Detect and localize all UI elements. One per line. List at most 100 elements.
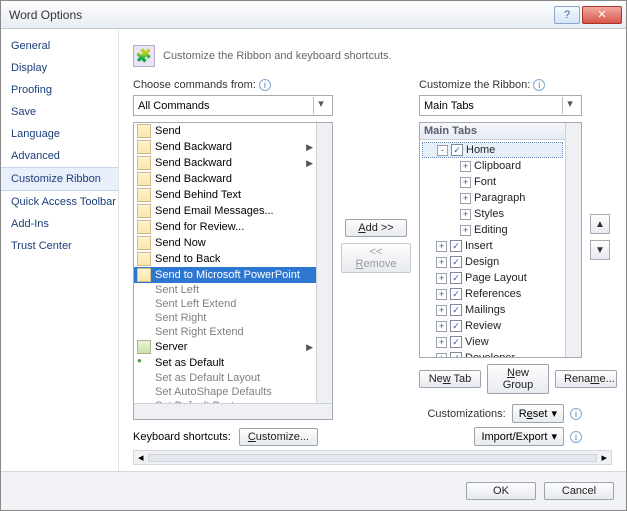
move-up-button[interactable]: ▲ — [590, 214, 610, 234]
expander-icon[interactable]: + — [436, 305, 447, 316]
sidebar-item-proofing[interactable]: Proofing — [1, 79, 118, 101]
expander-icon[interactable]: + — [436, 289, 447, 300]
help-icon[interactable]: i — [570, 431, 582, 443]
command-item[interactable]: Send Backward▶ — [134, 139, 316, 155]
expander-icon[interactable]: - — [437, 145, 448, 156]
sidebar-item-display[interactable]: Display — [1, 57, 118, 79]
help-icon[interactable]: i — [570, 408, 582, 420]
checkbox[interactable]: ✓ — [450, 352, 462, 357]
expander-icon[interactable]: + — [436, 273, 447, 284]
sidebar-item-advanced[interactable]: Advanced — [1, 145, 118, 167]
cancel-button[interactable]: Cancel — [544, 482, 614, 500]
add-button[interactable]: Add >> — [345, 219, 407, 237]
command-label: Send to Microsoft PowerPoint — [155, 269, 300, 281]
tree-node[interactable]: +Paragraph — [422, 190, 563, 206]
command-item[interactable]: Sent Right — [134, 311, 316, 325]
expander-icon[interactable]: + — [436, 337, 447, 348]
command-item[interactable]: Send Email Messages... — [134, 203, 316, 219]
expander-icon[interactable]: + — [436, 321, 447, 332]
expander-icon[interactable]: + — [436, 241, 447, 252]
checkbox[interactable]: ✓ — [450, 336, 462, 348]
command-item[interactable]: Send Now — [134, 235, 316, 251]
checkbox[interactable]: ✓ — [450, 240, 462, 252]
dialog-scrollbar-horizontal[interactable]: ◂ ▸ — [133, 450, 612, 465]
command-item[interactable]: Sent Left Extend — [134, 297, 316, 311]
reset-button[interactable]: Reset▾ — [512, 404, 564, 423]
command-item[interactable]: Send — [134, 123, 316, 139]
checkbox[interactable]: ✓ — [451, 144, 463, 156]
customize-ribbon-combo[interactable]: Main Tabs ▾ — [419, 95, 582, 116]
scrollbar-vertical[interactable] — [316, 123, 332, 403]
close-button[interactable]: ✕ — [582, 6, 622, 24]
tree-node[interactable]: +✓Insert — [422, 238, 563, 254]
expander-icon[interactable]: + — [436, 353, 447, 358]
command-item[interactable]: Send Behind Text — [134, 187, 316, 203]
command-item[interactable]: Send to Back — [134, 251, 316, 267]
sidebar-item-trust-center[interactable]: Trust Center — [1, 235, 118, 257]
tree-node-label: Design — [465, 256, 499, 268]
command-item[interactable]: Send Backward — [134, 171, 316, 187]
command-label: Send Behind Text — [155, 189, 241, 201]
command-item[interactable]: Set as Default Layout — [134, 371, 316, 385]
scrollbar-vertical[interactable] — [565, 123, 581, 357]
ok-button[interactable]: OK — [466, 482, 536, 500]
tree-node[interactable]: +Editing — [422, 222, 563, 238]
tree-node-label: Page Layout — [465, 272, 527, 284]
new-group-button[interactable]: New Group — [487, 364, 549, 394]
scrollbar-horizontal[interactable] — [134, 403, 332, 419]
command-item[interactable]: Send to Microsoft PowerPoint — [134, 267, 316, 283]
new-tab-button[interactable]: New Tab — [419, 370, 481, 388]
checkbox[interactable]: ✓ — [450, 304, 462, 316]
sidebar-item-save[interactable]: Save — [1, 101, 118, 123]
checkbox[interactable]: ✓ — [450, 320, 462, 332]
help-icon[interactable]: i — [533, 79, 545, 91]
sidebar-item-general[interactable]: General — [1, 35, 118, 57]
sidebar-item-add-ins[interactable]: Add-Ins — [1, 213, 118, 235]
sidebar-item-language[interactable]: Language — [1, 123, 118, 145]
expander-icon[interactable]: + — [460, 193, 471, 204]
checkbox[interactable]: ✓ — [450, 288, 462, 300]
tree-node[interactable]: +✓Page Layout — [422, 270, 563, 286]
tree-node[interactable]: +Font — [422, 174, 563, 190]
tree-node[interactable]: +✓Design — [422, 254, 563, 270]
help-button[interactable]: ? — [554, 6, 580, 24]
expander-icon[interactable]: + — [436, 257, 447, 268]
scroll-left-icon: ◂ — [138, 451, 144, 464]
move-down-button[interactable]: ▼ — [590, 240, 610, 260]
tree-node[interactable]: +✓Developer — [422, 350, 563, 357]
command-icon — [137, 236, 151, 250]
tree-node[interactable]: +✓Review — [422, 318, 563, 334]
expander-icon[interactable]: + — [460, 161, 471, 172]
choose-commands-combo[interactable]: All Commands ▾ — [133, 95, 333, 116]
checkbox[interactable]: ✓ — [450, 256, 462, 268]
command-item[interactable]: Send Backward▶ — [134, 155, 316, 171]
expander-icon[interactable]: + — [460, 225, 471, 236]
tree-node[interactable]: +Styles — [422, 206, 563, 222]
tree-node-label: Font — [474, 176, 496, 188]
command-item[interactable]: Sent Left — [134, 283, 316, 297]
expander-icon[interactable]: + — [460, 177, 471, 188]
tree-node[interactable]: +✓References — [422, 286, 563, 302]
checkbox[interactable]: ✓ — [450, 272, 462, 284]
command-item[interactable]: Server▶ — [134, 339, 316, 355]
scroll-right-icon: ▸ — [601, 451, 607, 464]
customize-keyboard-button[interactable]: Customize... — [239, 428, 318, 446]
ribbon-tree[interactable]: Main Tabs -✓Home+Clipboard+Font+Paragrap… — [419, 122, 582, 358]
tree-node[interactable]: +Clipboard — [422, 158, 563, 174]
command-item[interactable]: ●Set as Default — [134, 355, 316, 371]
commands-listbox[interactable]: SendSend Backward▶Send Backward▶Send Bac… — [133, 122, 333, 420]
sidebar-item-quick-access-toolbar[interactable]: Quick Access Toolbar — [1, 191, 118, 213]
command-item[interactable]: Set AutoShape Defaults — [134, 385, 316, 399]
command-label: Send for Review... — [155, 221, 244, 233]
tree-node[interactable]: +✓View — [422, 334, 563, 350]
help-icon[interactable]: i — [259, 79, 271, 91]
expander-icon[interactable]: + — [460, 209, 471, 220]
command-item[interactable]: Send for Review... — [134, 219, 316, 235]
remove-button[interactable]: << Remove — [341, 243, 411, 273]
command-label: Server — [155, 341, 187, 353]
import-export-button[interactable]: Import/Export▾ — [474, 427, 564, 446]
command-item[interactable]: Sent Right Extend — [134, 325, 316, 339]
sidebar-item-customize-ribbon[interactable]: Customize Ribbon — [1, 167, 118, 191]
tree-node[interactable]: +✓Mailings — [422, 302, 563, 318]
tree-node[interactable]: -✓Home — [422, 142, 563, 158]
